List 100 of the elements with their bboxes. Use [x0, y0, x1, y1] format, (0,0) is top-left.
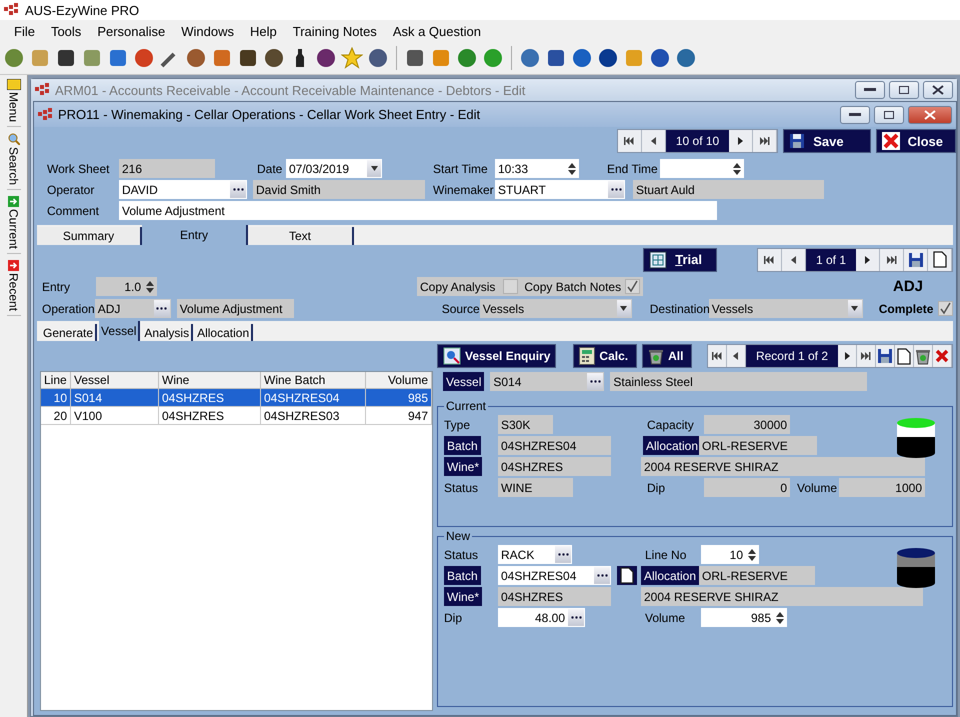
- table-cell[interactable]: 04SHZRES04: [261, 389, 366, 407]
- line-no-field[interactable]: 10: [701, 545, 759, 564]
- minimize-button[interactable]: [855, 81, 885, 99]
- new-button[interactable]: [895, 345, 914, 367]
- last-button[interactable]: [857, 345, 876, 367]
- menu-item[interactable]: Ask a Question: [384, 24, 489, 38]
- table-cell[interactable]: 947: [366, 407, 432, 425]
- lookup-button[interactable]: [608, 181, 624, 198]
- volume-field[interactable]: 1000: [839, 478, 925, 497]
- lookup-button[interactable]: [587, 373, 604, 390]
- allocation-field[interactable]: ORL-RESERVE: [699, 436, 817, 455]
- column-header[interactable]: Volume: [366, 372, 432, 389]
- allocation-button[interactable]: Allocation: [643, 436, 702, 455]
- lookup-button[interactable]: [230, 181, 246, 198]
- work-sheet-field[interactable]: 216: [119, 159, 215, 178]
- menu-item[interactable]: Personalise: [89, 24, 174, 38]
- dropdown-button[interactable]: [848, 300, 862, 317]
- tab[interactable]: Summary: [37, 227, 142, 245]
- dropdown-button[interactable]: [616, 300, 631, 317]
- prev-button[interactable]: [782, 248, 806, 270]
- wine-field[interactable]: 04SHZRES: [498, 587, 611, 606]
- prev-button[interactable]: [726, 345, 746, 367]
- menu-item[interactable]: File: [6, 24, 43, 38]
- vessel-enquiry-button[interactable]: Vessel Enquiry: [437, 344, 556, 368]
- table-cell[interactable]: 985: [366, 389, 432, 407]
- batch-button[interactable]: Batch: [444, 436, 481, 455]
- menu-item[interactable]: Training Notes: [284, 24, 385, 38]
- menu-item[interactable]: Help: [242, 24, 285, 38]
- save-button[interactable]: [876, 345, 895, 367]
- lookup-button[interactable]: [568, 609, 584, 626]
- vessel-button[interactable]: Vessel: [443, 372, 484, 391]
- minimize-button[interactable]: [840, 106, 870, 124]
- tab[interactable]: Allocation: [195, 324, 254, 341]
- operator-field[interactable]: DAVID: [119, 180, 247, 199]
- table-cell[interactable]: 04SHZRES03: [261, 407, 366, 425]
- date-field[interactable]: 07/03/2019: [286, 159, 382, 178]
- first-button[interactable]: [618, 130, 642, 152]
- next-button[interactable]: [729, 130, 754, 152]
- close-button[interactable]: [908, 106, 952, 124]
- start-time-field[interactable]: 10:33: [495, 159, 579, 178]
- table-cell[interactable]: 04SHZRES: [159, 389, 261, 407]
- source-field[interactable]: Vessels: [480, 299, 632, 318]
- allocation-field[interactable]: ORL-RESERVE: [699, 566, 815, 585]
- winemaker-name-field[interactable]: Stuart Auld: [633, 180, 824, 199]
- save-button[interactable]: [904, 248, 928, 270]
- wine-button[interactable]: Wine*: [444, 457, 482, 476]
- tab[interactable]: Text: [248, 227, 354, 245]
- star-icon[interactable]: [341, 47, 363, 69]
- last-button[interactable]: [753, 130, 778, 152]
- winemaker-field[interactable]: STUART: [495, 180, 625, 199]
- lookup-button[interactable]: [555, 546, 571, 563]
- status-field[interactable]: RACK: [498, 545, 572, 564]
- copy-batch-notes-checkbox[interactable]: Copy Batch Notes: [521, 277, 644, 296]
- maximize-button[interactable]: [889, 81, 919, 99]
- column-header[interactable]: Wine Batch: [261, 372, 366, 389]
- end-time-field[interactable]: [660, 159, 744, 178]
- vessel-name-field[interactable]: Stainless Steel: [610, 372, 868, 391]
- column-header[interactable]: Wine: [159, 372, 261, 389]
- recycle-button[interactable]: [914, 345, 933, 367]
- tab[interactable]: Generate: [41, 324, 98, 341]
- operation-field[interactable]: ADJ: [94, 299, 171, 318]
- last-button[interactable]: [880, 248, 904, 270]
- table-cell[interactable]: 20: [41, 407, 71, 425]
- table-cell[interactable]: S014: [71, 389, 159, 407]
- wine-name-field[interactable]: 2004 RESERVE SHIRAZ: [641, 587, 923, 606]
- first-button[interactable]: [758, 248, 782, 270]
- allocation-button[interactable]: Allocation: [641, 566, 700, 585]
- tab[interactable]: Analysis: [142, 324, 194, 341]
- checkbox[interactable]: [938, 301, 953, 316]
- comment-field[interactable]: Volume Adjustment: [119, 201, 717, 220]
- dropdown-button[interactable]: [367, 160, 381, 177]
- close-button[interactable]: [923, 81, 953, 99]
- volume-field[interactable]: 985: [701, 608, 787, 627]
- menu-item[interactable]: Windows: [173, 24, 242, 38]
- new-button[interactable]: [928, 248, 952, 270]
- lookup-button[interactable]: [154, 300, 170, 317]
- lookup-button[interactable]: [594, 567, 610, 584]
- checkbox[interactable]: [625, 279, 640, 294]
- capacity-field[interactable]: 30000: [704, 415, 790, 434]
- all-button[interactable]: All: [642, 344, 692, 368]
- destination-field[interactable]: Vessels: [708, 299, 863, 318]
- column-header[interactable]: Line: [41, 372, 71, 389]
- checkbox[interactable]: [503, 279, 518, 294]
- trial-button[interactable]: Trial: [643, 248, 717, 272]
- close-button[interactable]: Close: [876, 129, 956, 153]
- next-button[interactable]: [838, 345, 857, 367]
- table-cell[interactable]: 10: [41, 389, 71, 407]
- menu-item[interactable]: Tools: [42, 24, 90, 38]
- sidebar-tab[interactable]: Current: [6, 209, 20, 250]
- batch-button[interactable]: Batch: [444, 566, 481, 585]
- wine-name-field[interactable]: 2004 RESERVE SHIRAZ: [641, 457, 925, 476]
- vessel-field[interactable]: S014: [490, 372, 604, 391]
- sidebar-tab[interactable]: Menu: [6, 92, 20, 122]
- delete-button[interactable]: [933, 345, 952, 367]
- table-cell[interactable]: V100: [71, 407, 159, 425]
- tab[interactable]: Entry: [142, 225, 248, 245]
- column-header[interactable]: Vessel: [71, 372, 159, 389]
- operator-name-field[interactable]: David Smith: [253, 180, 425, 199]
- dip-field[interactable]: 48.00: [498, 608, 585, 627]
- save-button[interactable]: Save: [783, 129, 871, 153]
